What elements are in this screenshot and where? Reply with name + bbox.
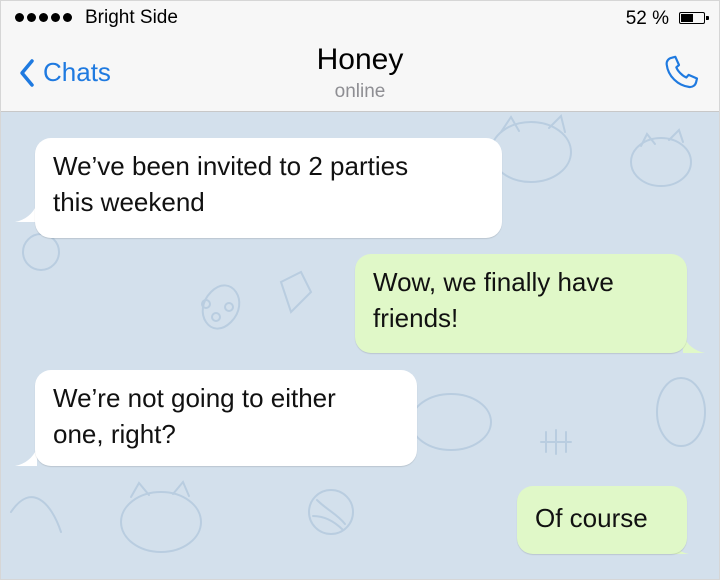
message-bubble-incoming[interactable]: We’re not going to either one, right? xyxy=(35,370,417,466)
incoming-bubble-tail xyxy=(15,204,37,222)
incoming-bubble-tail xyxy=(15,448,37,466)
message-text: We’re not going to either one, right? xyxy=(53,383,336,449)
battery-percentage: 52 % xyxy=(625,8,669,29)
message-text: We’ve been invited to 2 parties this wee… xyxy=(53,151,409,217)
contact-name[interactable]: Honey xyxy=(1,43,719,77)
contact-status: online xyxy=(334,81,386,102)
call-button[interactable] xyxy=(661,53,701,98)
carrier-name: Bright Side xyxy=(85,7,178,28)
message-bubble-outgoing[interactable]: Wow, we finally have friends! xyxy=(355,254,687,353)
battery-level-fill xyxy=(681,14,694,22)
phone-icon xyxy=(665,55,699,89)
status-bar: Bright Side 52 % xyxy=(1,1,719,35)
message-text: Wow, we finally have friends! xyxy=(373,267,614,333)
message-bubble-incoming[interactable]: We’ve been invited to 2 parties this wee… xyxy=(35,138,502,238)
chat-area[interactable]: We’ve been invited to 2 parties this wee… xyxy=(1,112,719,579)
message-bubble-outgoing[interactable]: Of course xyxy=(517,486,687,554)
message-text: Of course xyxy=(535,503,648,533)
battery-icon xyxy=(679,12,709,24)
signal-strength-icon xyxy=(15,13,72,22)
navigation-bar: Chats Honey online xyxy=(1,35,719,112)
phone-screen: Bright Side 52 % Chats Honey online We’v… xyxy=(0,0,720,580)
